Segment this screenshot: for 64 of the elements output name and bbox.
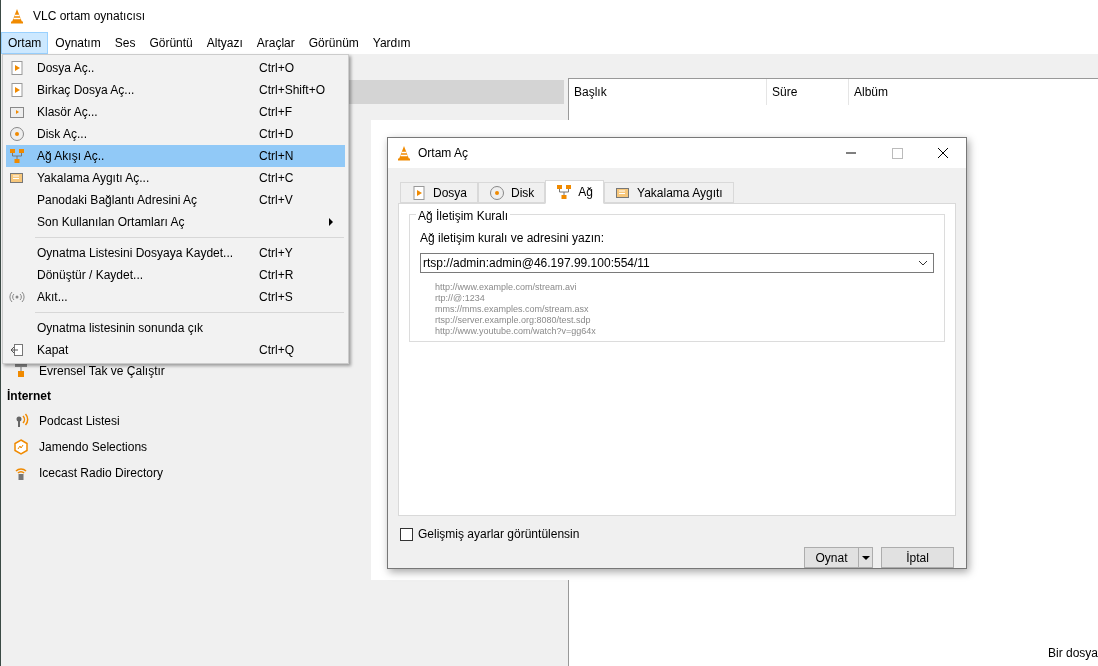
- caret-icon: [861, 555, 870, 560]
- checkbox-label: Gelişmiş ayarlar görüntülensin: [418, 526, 580, 543]
- menu-item[interactable]: Ağ Akışı Aç.. Ctrl+N: [6, 145, 345, 167]
- file-icon: [9, 60, 25, 76]
- cone-logo-icon: [9, 8, 25, 24]
- example-url: mms://mms.examples.com/stream.asx: [435, 304, 590, 316]
- chevron-down-icon: [918, 260, 928, 267]
- dialog-title: Ortam Aç: [418, 145, 468, 163]
- menu-bar-item[interactable]: Görünüm: [301, 32, 366, 54]
- group-title: Ağ İletişim Kuralı: [416, 207, 511, 226]
- menu-item[interactable]: Oynatma Listesini Dosyaya Kaydet... Ctrl+Y: [6, 242, 345, 264]
- file-icon: [411, 184, 427, 201]
- file-icon: [9, 82, 25, 98]
- menu-item[interactable]: Klasör Aç... Ctrl+F: [6, 101, 345, 123]
- capture-card-icon: [9, 170, 25, 186]
- example-url: rtp://@:1234: [435, 293, 486, 305]
- column-header[interactable]: Süre: [767, 79, 849, 105]
- play-button[interactable]: Oynat: [804, 547, 859, 568]
- checkbox[interactable]: [400, 527, 413, 541]
- window-title: VLC ortam oynatıcısı: [33, 8, 146, 25]
- submenu-arrow-icon: [328, 218, 334, 226]
- menu-item[interactable]: Son Kullanılan Ortamları Aç: [6, 211, 345, 233]
- menu-item[interactable]: Birkaç Dosya Aç... Ctrl+Shift+O: [6, 79, 345, 101]
- column-header[interactable]: Başlık: [569, 79, 767, 105]
- tab[interactable]: Yakalama Aygıtı: [604, 182, 734, 204]
- menu-bar-item[interactable]: Ses: [107, 32, 143, 54]
- tab[interactable]: Dosya: [400, 182, 478, 204]
- tab[interactable]: Disk: [478, 182, 546, 204]
- exit-icon: [9, 342, 25, 358]
- menu-bar-item[interactable]: Ortam: [1, 32, 49, 54]
- disc-icon: [489, 184, 505, 201]
- network-icon: [13, 363, 29, 379]
- menu-item[interactable]: Kapat Ctrl+Q: [6, 339, 345, 361]
- sidebar-section-header: İnternet: [6, 388, 52, 405]
- status-text: Bir dosya: [1047, 645, 1098, 662]
- example-url: http://www.example.com/stream.avi: [435, 282, 578, 294]
- menu-bar-item[interactable]: Altyazı: [199, 32, 250, 54]
- menu-item[interactable]: Panodaki Bağlantı Adresini Aç Ctrl+V: [6, 189, 345, 211]
- cone-logo-icon: [396, 145, 412, 162]
- antenna-icon: [13, 465, 29, 481]
- example-url: rtsp://server.example.org:8080/test.sdp: [435, 315, 592, 327]
- folder-icon: [9, 104, 25, 120]
- menu-bar-item[interactable]: Görüntü: [142, 32, 200, 54]
- menu-item[interactable]: Akıt... Ctrl+S: [6, 286, 345, 308]
- field-label: Ağ iletişim kuralı ve adresini yazın:: [420, 230, 606, 248]
- menu-item[interactable]: Oynatma listesinin sonunda çık: [6, 317, 345, 339]
- menu-item[interactable]: Yakalama Aygıtı Aç... Ctrl+C: [6, 167, 345, 189]
- menu-item[interactable]: Dosya Aç.. Ctrl+O: [6, 57, 345, 79]
- menu-bar-item[interactable]: Yardım: [365, 32, 418, 54]
- menu-bar-item[interactable]: Araçlar: [249, 32, 302, 54]
- example-url: http://www.youtube.com/watch?v=gg64x: [435, 326, 597, 338]
- tab[interactable]: Ağ: [545, 180, 605, 205]
- menu-item[interactable]: Disk Aç... Ctrl+D: [6, 123, 345, 145]
- broadcast-icon: [9, 289, 25, 305]
- disc-icon: [9, 126, 25, 142]
- network-icon: [9, 148, 25, 164]
- network-icon: [556, 184, 573, 201]
- cancel-button[interactable]: İptal: [881, 547, 954, 568]
- menu-item[interactable]: Dönüştür / Kaydet... Ctrl+R: [6, 264, 345, 286]
- menu-bar-item[interactable]: Oynatım: [48, 32, 108, 54]
- hexagon-icon: [13, 439, 29, 455]
- column-header[interactable]: Albüm: [849, 79, 1098, 105]
- url-combobox[interactable]: rtsp://admin:admin@46.197.99.100:554/11: [420, 253, 934, 274]
- dropdown-arrow-button[interactable]: [859, 547, 873, 568]
